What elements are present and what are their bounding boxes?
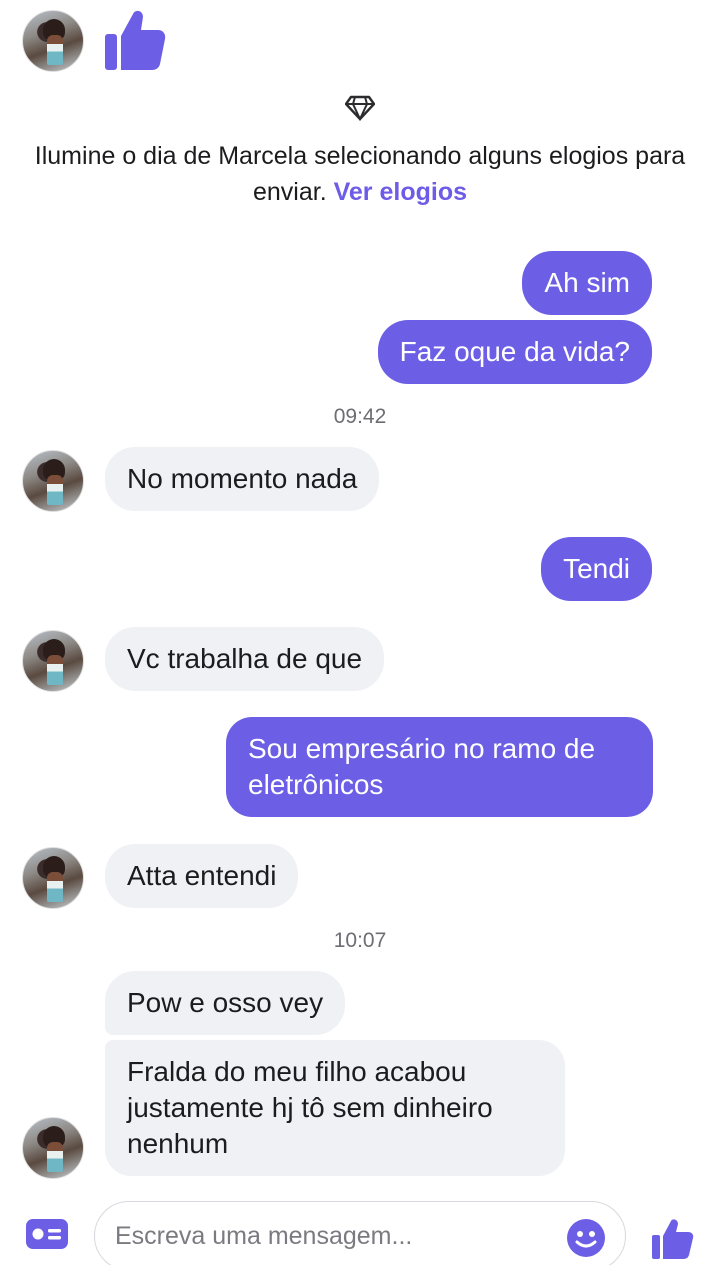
contact-avatar[interactable] [22,450,84,512]
contact-avatar[interactable] [22,10,84,72]
avatar-body [47,475,63,505]
id-card-icon[interactable] [26,1219,68,1249]
thumbs-up-icon[interactable] [650,1216,694,1260]
message-outgoing[interactable]: Ah sim [522,251,652,315]
avatar-body [47,1142,63,1172]
contact-avatar[interactable] [22,630,84,692]
message-incoming[interactable]: No momento nada [105,447,380,511]
timestamp: 09:42 [333,405,387,428]
avatar-body [47,35,63,65]
view-compliments-link[interactable]: Ver elogios [334,178,467,206]
contact-avatar[interactable] [22,847,84,909]
diamond-icon [345,95,375,121]
message-input[interactable] [115,1218,555,1254]
thumbs-up-icon[interactable] [102,6,166,72]
message-incoming[interactable]: Pow e osso vey [105,971,346,1035]
message-outgoing[interactable]: Tendi [541,537,652,601]
avatar-body [47,872,63,902]
avatar-body [47,655,63,685]
message-composer [0,1195,720,1265]
message-outgoing[interactable]: Faz oque da vida? [377,320,652,384]
message-outgoing[interactable]: Sou empresário no ramo de eletrônicos [226,717,653,817]
smiley-icon[interactable] [566,1218,606,1258]
message-incoming[interactable]: Fralda do meu filho acabou justamente hj… [105,1040,565,1176]
compliments-prompt: Ilumine o dia de Marcela selecionando al… [30,138,690,210]
message-input-box[interactable] [94,1201,626,1265]
message-incoming[interactable]: Vc trabalha de que [105,627,385,691]
message-incoming[interactable]: Atta entendi [105,844,299,908]
timestamp: 10:07 [333,929,387,952]
contact-avatar[interactable] [22,1117,84,1179]
